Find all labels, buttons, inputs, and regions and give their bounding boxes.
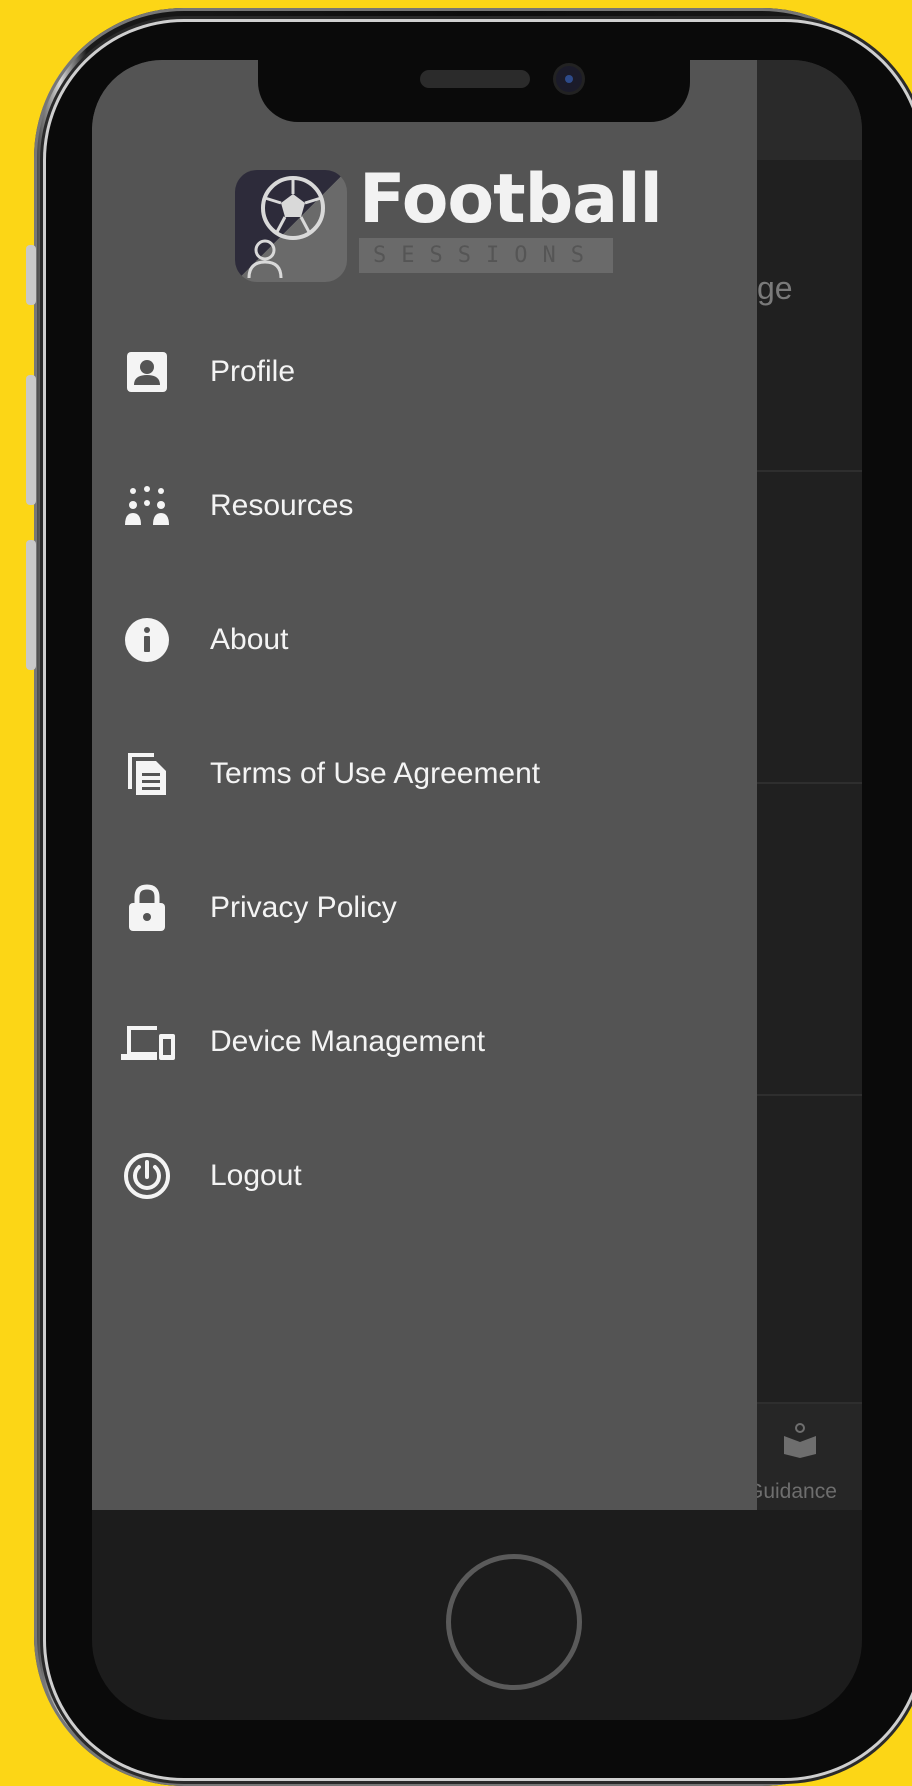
lock-icon	[124, 884, 170, 931]
menu-item-terms[interactable]: Terms of Use Agreement	[92, 734, 757, 814]
front-camera	[556, 66, 582, 92]
volume-down-button	[26, 540, 36, 670]
menu-item-device-management[interactable]: Device Management	[92, 1002, 757, 1082]
earpiece-speaker	[420, 70, 530, 88]
power-icon	[124, 1153, 170, 1199]
menu-label-device-management: Device Management	[210, 1025, 486, 1058]
logo-badge	[235, 170, 347, 282]
football-sessions-logo: Football SESSIONS	[235, 160, 663, 285]
profile-badge-icon	[124, 349, 170, 395]
logo-wordmark: Football	[359, 160, 663, 239]
menu-item-about[interactable]: About	[92, 600, 757, 680]
mute-switch	[26, 245, 36, 305]
volume-up-button	[26, 375, 36, 505]
menu-item-logout[interactable]: Logout	[92, 1136, 757, 1216]
soccer-ball-icon	[247, 176, 325, 279]
menu-label-resources: Resources	[210, 489, 354, 522]
menu-label-profile: Profile	[210, 355, 296, 388]
document-copy-icon	[124, 751, 170, 797]
devices-icon	[118, 1019, 176, 1065]
home-button[interactable]	[446, 1554, 582, 1690]
logo-subtitle: SESSIONS	[359, 238, 613, 273]
menu-label-about: About	[210, 623, 289, 656]
menu-item-resources[interactable]: Resources	[92, 466, 757, 546]
info-icon	[124, 617, 170, 663]
background-partial-text: ge	[757, 270, 793, 306]
resources-icon	[124, 483, 170, 529]
menu-label-terms: Terms of Use Agreement	[210, 757, 541, 790]
menu-item-profile[interactable]: Profile	[92, 332, 757, 412]
menu-label-logout: Logout	[210, 1159, 302, 1192]
guidance-book-icon	[784, 1423, 816, 1458]
tab-guidance-label: Guidance	[747, 1480, 837, 1503]
menu-label-privacy-policy: Privacy Policy	[210, 891, 397, 924]
phone-screen: ge Guidance Football SESSIONS Profile Re…	[92, 60, 862, 1510]
menu-item-privacy-policy[interactable]: Privacy Policy	[92, 868, 757, 948]
side-drawer: Football SESSIONS Profile Resources Abou…	[92, 60, 757, 1510]
